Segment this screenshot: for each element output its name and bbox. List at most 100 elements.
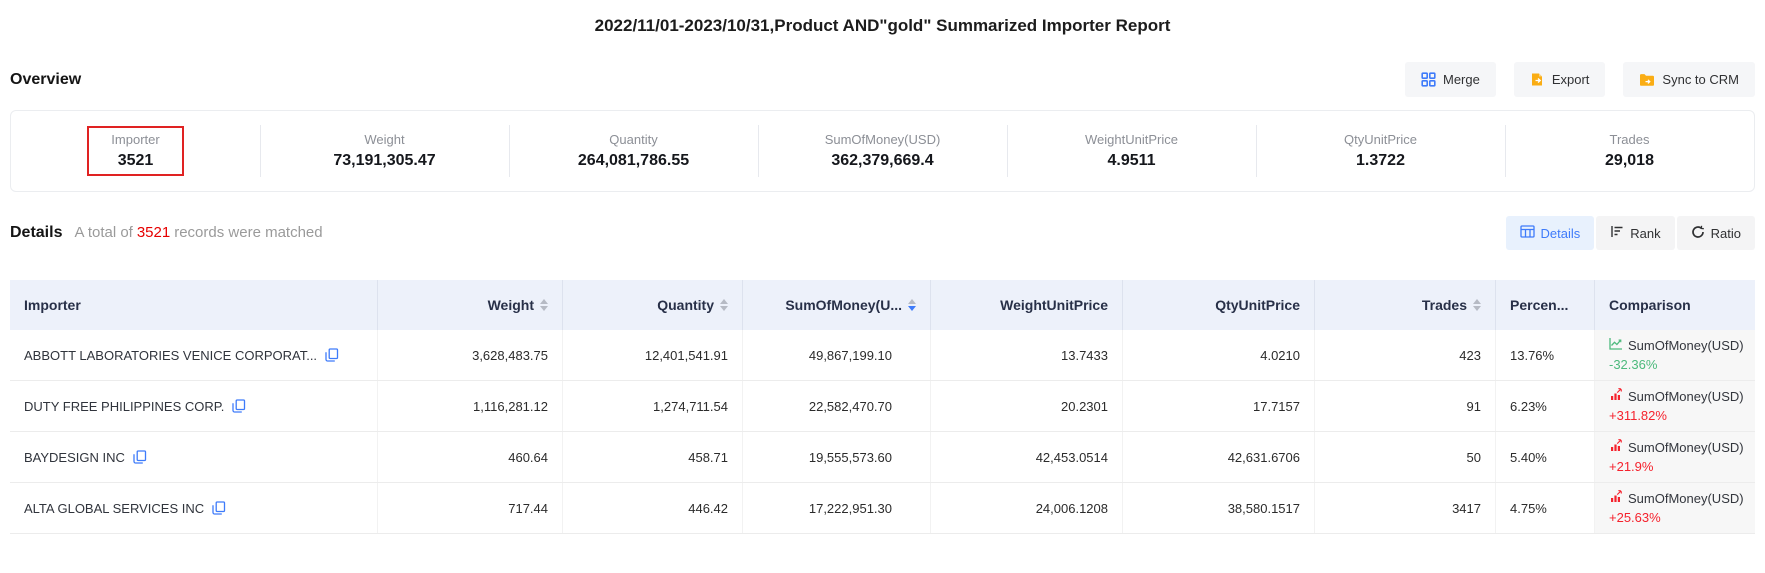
copy-icon[interactable]: [212, 501, 226, 515]
view-tabs: Details Rank Ratio: [1506, 216, 1755, 250]
col-label: Percen...: [1510, 297, 1568, 313]
quantity-cell: 1,274,711.54: [563, 381, 743, 431]
merge-button[interactable]: Merge: [1405, 62, 1496, 97]
trades-cell: 50: [1315, 432, 1496, 482]
stat-quantity: Quantity 264,081,786.55: [509, 111, 758, 191]
copy-icon[interactable]: [232, 399, 246, 413]
sum-of-money-cell: 17,222,951.30: [743, 483, 931, 533]
stat-label: Importer: [111, 132, 159, 147]
weight-unit-price-cell: 13.7433: [931, 330, 1123, 380]
importer-cell: BAYDESIGN INC: [10, 432, 378, 482]
sort-icon-active-desc[interactable]: [908, 299, 916, 311]
col-header-sum-of-money[interactable]: SumOfMoney(U...: [743, 280, 931, 330]
stat-value: 4.9511: [1107, 152, 1155, 170]
comparison-percentage: +21.9%: [1609, 459, 1744, 475]
trades-cell: 423: [1315, 330, 1496, 380]
copy-icon[interactable]: [133, 450, 147, 464]
quantity-cell: 446.42: [563, 483, 743, 533]
trend-up-chart-icon[interactable]: [1609, 439, 1623, 456]
trend-up-chart-icon[interactable]: [1609, 490, 1623, 507]
col-label: QtyUnitPrice: [1215, 297, 1300, 313]
copy-icon[interactable]: [325, 348, 339, 362]
table-row: ABBOTT LABORATORIES VENICE CORPORAT... 3…: [10, 330, 1755, 381]
importer-name-link[interactable]: BAYDESIGN INC: [24, 450, 125, 465]
table-body: ABBOTT LABORATORIES VENICE CORPORAT... 3…: [10, 330, 1755, 534]
sort-icon[interactable]: [540, 299, 548, 311]
qty-unit-price-cell: 38,580.1517: [1123, 483, 1315, 533]
percentage-cell: 5.40%: [1496, 432, 1595, 482]
stat-label: QtyUnitPrice: [1344, 132, 1417, 147]
summary-prefix: A total of: [74, 224, 132, 241]
stat-weight-unit-price: WeightUnitPrice 4.9511: [1007, 111, 1256, 191]
qty-unit-price-cell: 42,631.6706: [1123, 432, 1315, 482]
col-header-percentage: Percen...: [1496, 280, 1595, 330]
page-title: 2022/11/01-2023/10/31,Product AND"gold" …: [0, 0, 1765, 36]
importer-name-link[interactable]: ALTA GLOBAL SERVICES INC: [24, 501, 204, 516]
stat-value: 73,191,305.47: [333, 152, 435, 170]
col-label: WeightUnitPrice: [1000, 297, 1108, 313]
sync-to-crm-button[interactable]: Sync to CRM: [1623, 62, 1755, 97]
comparison-cell: SumOfMoney(USD) +25.63%: [1595, 483, 1755, 533]
trades-cell: 3417: [1315, 483, 1496, 533]
col-header-weight[interactable]: Weight: [378, 280, 563, 330]
weight-cell: 1,116,281.12: [378, 381, 563, 431]
details-table-icon: [1520, 225, 1535, 241]
comparison-cell: SumOfMoney(USD) -32.36%: [1595, 330, 1755, 380]
trend-down-chart-icon[interactable]: [1609, 337, 1623, 354]
stat-label: WeightUnitPrice: [1085, 132, 1178, 147]
tab-rank-label: Rank: [1630, 226, 1660, 241]
tab-ratio-label: Ratio: [1711, 226, 1741, 241]
tab-ratio[interactable]: Ratio: [1677, 216, 1755, 250]
stat-importer: Importer 3521: [11, 111, 260, 191]
col-header-trades[interactable]: Trades: [1315, 280, 1496, 330]
export-button[interactable]: Export: [1514, 62, 1606, 97]
table-row: ALTA GLOBAL SERVICES INC 717.44 446.42 1…: [10, 483, 1755, 534]
comparison-metric-label: SumOfMoney(USD): [1628, 338, 1744, 354]
trend-up-chart-icon[interactable]: [1609, 388, 1623, 405]
sort-icon[interactable]: [1473, 299, 1481, 311]
col-header-weight-unit-price: WeightUnitPrice: [931, 280, 1123, 330]
stat-value: 3521: [118, 152, 154, 170]
summary-suffix: records were matched: [174, 224, 322, 241]
col-header-quantity[interactable]: Quantity: [563, 280, 743, 330]
overview-stats-card: Importer 3521 Weight 73,191,305.47 Quant…: [10, 110, 1755, 192]
comparison-metric-label: SumOfMoney(USD): [1628, 389, 1744, 405]
comparison-metric-label: SumOfMoney(USD): [1628, 440, 1744, 456]
stat-value: 1.3722: [1356, 152, 1405, 170]
sync-to-crm-button-label: Sync to CRM: [1662, 72, 1739, 87]
merge-button-label: Merge: [1443, 72, 1480, 87]
percentage-cell: 6.23%: [1496, 381, 1595, 431]
tab-rank[interactable]: Rank: [1596, 216, 1674, 250]
table-row: BAYDESIGN INC 460.64 458.71 19,555,573.6…: [10, 432, 1755, 483]
importer-stat-highlight-box: Importer 3521: [87, 126, 183, 176]
importer-name-link[interactable]: ABBOTT LABORATORIES VENICE CORPORAT...: [24, 348, 317, 363]
table-row: DUTY FREE PHILIPPINES CORP. 1,116,281.12…: [10, 381, 1755, 432]
quantity-cell: 458.71: [563, 432, 743, 482]
qty-unit-price-cell: 4.0210: [1123, 330, 1315, 380]
col-label: Quantity: [657, 297, 714, 313]
export-button-label: Export: [1552, 72, 1590, 87]
importer-name-link[interactable]: DUTY FREE PHILIPPINES CORP.: [24, 399, 224, 414]
quantity-cell: 12,401,541.91: [563, 330, 743, 380]
tab-details[interactable]: Details: [1506, 216, 1595, 250]
comparison-cell: SumOfMoney(USD) +21.9%: [1595, 432, 1755, 482]
importer-cell: ABBOTT LABORATORIES VENICE CORPORAT...: [10, 330, 378, 380]
stat-label: Quantity: [609, 132, 657, 147]
stat-value: 362,379,669.4: [831, 152, 933, 170]
col-header-qty-unit-price: QtyUnitPrice: [1123, 280, 1315, 330]
record-count: 3521: [133, 224, 174, 241]
percentage-cell: 4.75%: [1496, 483, 1595, 533]
comparison-percentage: +25.63%: [1609, 510, 1744, 526]
qty-unit-price-cell: 17.7157: [1123, 381, 1315, 431]
comparison-metric-label: SumOfMoney(USD): [1628, 491, 1744, 507]
sort-icon[interactable]: [720, 299, 728, 311]
sum-of-money-cell: 49,867,199.10: [743, 330, 931, 380]
trades-cell: 91: [1315, 381, 1496, 431]
sync-to-crm-icon: [1639, 73, 1655, 87]
col-header-importer: Importer: [10, 280, 378, 330]
stat-sum-of-money: SumOfMoney(USD) 362,379,669.4: [758, 111, 1007, 191]
weight-cell: 717.44: [378, 483, 563, 533]
sum-of-money-cell: 22,582,470.70: [743, 381, 931, 431]
overview-heading: Overview: [10, 71, 81, 89]
ratio-refresh-icon: [1691, 225, 1705, 242]
